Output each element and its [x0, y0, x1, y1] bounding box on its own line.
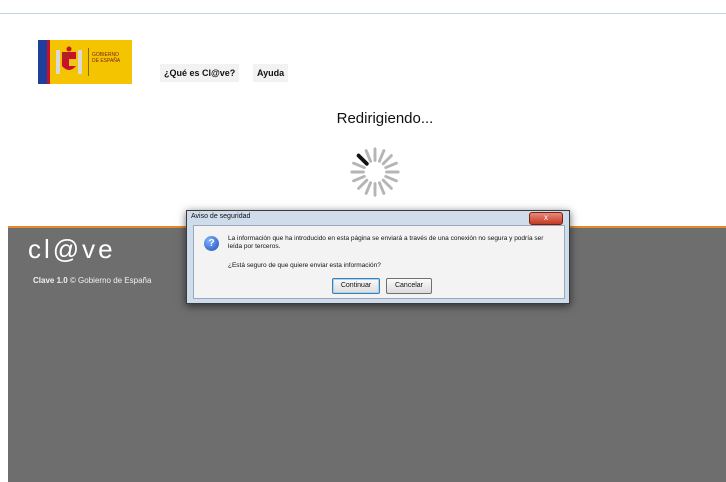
clave-brand-text: cl@ve: [28, 234, 116, 264]
spinner-tick: [381, 154, 393, 166]
security-warning-dialog: Aviso de seguridad x ? La información qu…: [186, 210, 570, 304]
dialog-question: ¿Está seguro de que quiere enviar esta i…: [228, 262, 381, 269]
flag-band-red: [47, 40, 50, 84]
dialog-message: La información que ha introducido en est…: [228, 235, 544, 250]
nav-what-is-clave[interactable]: ¿Qué es Cl@ve?: [160, 64, 240, 82]
spinner-tick: [381, 178, 393, 190]
top-rule: [0, 0, 726, 14]
loading-spinner-icon: [350, 147, 400, 197]
nav-help[interactable]: Ayuda: [253, 64, 289, 82]
cancel-button[interactable]: Cancelar: [386, 278, 432, 294]
dialog-title: Aviso de seguridad: [191, 213, 251, 220]
logo-divider: [88, 48, 89, 76]
footer-version: Clave 1.0: [33, 276, 68, 285]
dialog-body: ? La información que ha introducido en e…: [193, 225, 565, 299]
spinner-tick: [377, 149, 386, 163]
question-icon: ?: [204, 236, 219, 251]
spinner-tick: [352, 174, 366, 183]
redirecting-status: Redirigiendo...: [336, 110, 434, 127]
clave-logo: cl@ve: [28, 234, 116, 264]
flag-band-blue: [38, 40, 47, 84]
spinner-tick: [384, 161, 398, 170]
spinner-tick: [384, 174, 398, 183]
footer-copyright: Clave 1.0 © Gobierno de España: [33, 276, 151, 285]
spinner-tick: [352, 161, 366, 170]
spinner-tick: [364, 149, 373, 163]
coat-of-arms-icon: [56, 46, 82, 74]
spinner-tick: [377, 181, 386, 195]
close-icon[interactable]: x: [529, 212, 563, 225]
spinner-tick: [357, 178, 369, 190]
logo-text: GOBIERNO DE ESPAÑA: [92, 52, 128, 64]
spinner-tick: [364, 181, 373, 195]
logo-text-line2: DE ESPAÑA: [92, 58, 121, 64]
continue-button[interactable]: Continuar: [332, 278, 380, 294]
spinner-tick: [356, 153, 369, 166]
footer-copyright-text: © Gobierno de España: [69, 276, 152, 285]
gobierno-de-espana-logo: GOBIERNO DE ESPAÑA: [38, 40, 132, 84]
